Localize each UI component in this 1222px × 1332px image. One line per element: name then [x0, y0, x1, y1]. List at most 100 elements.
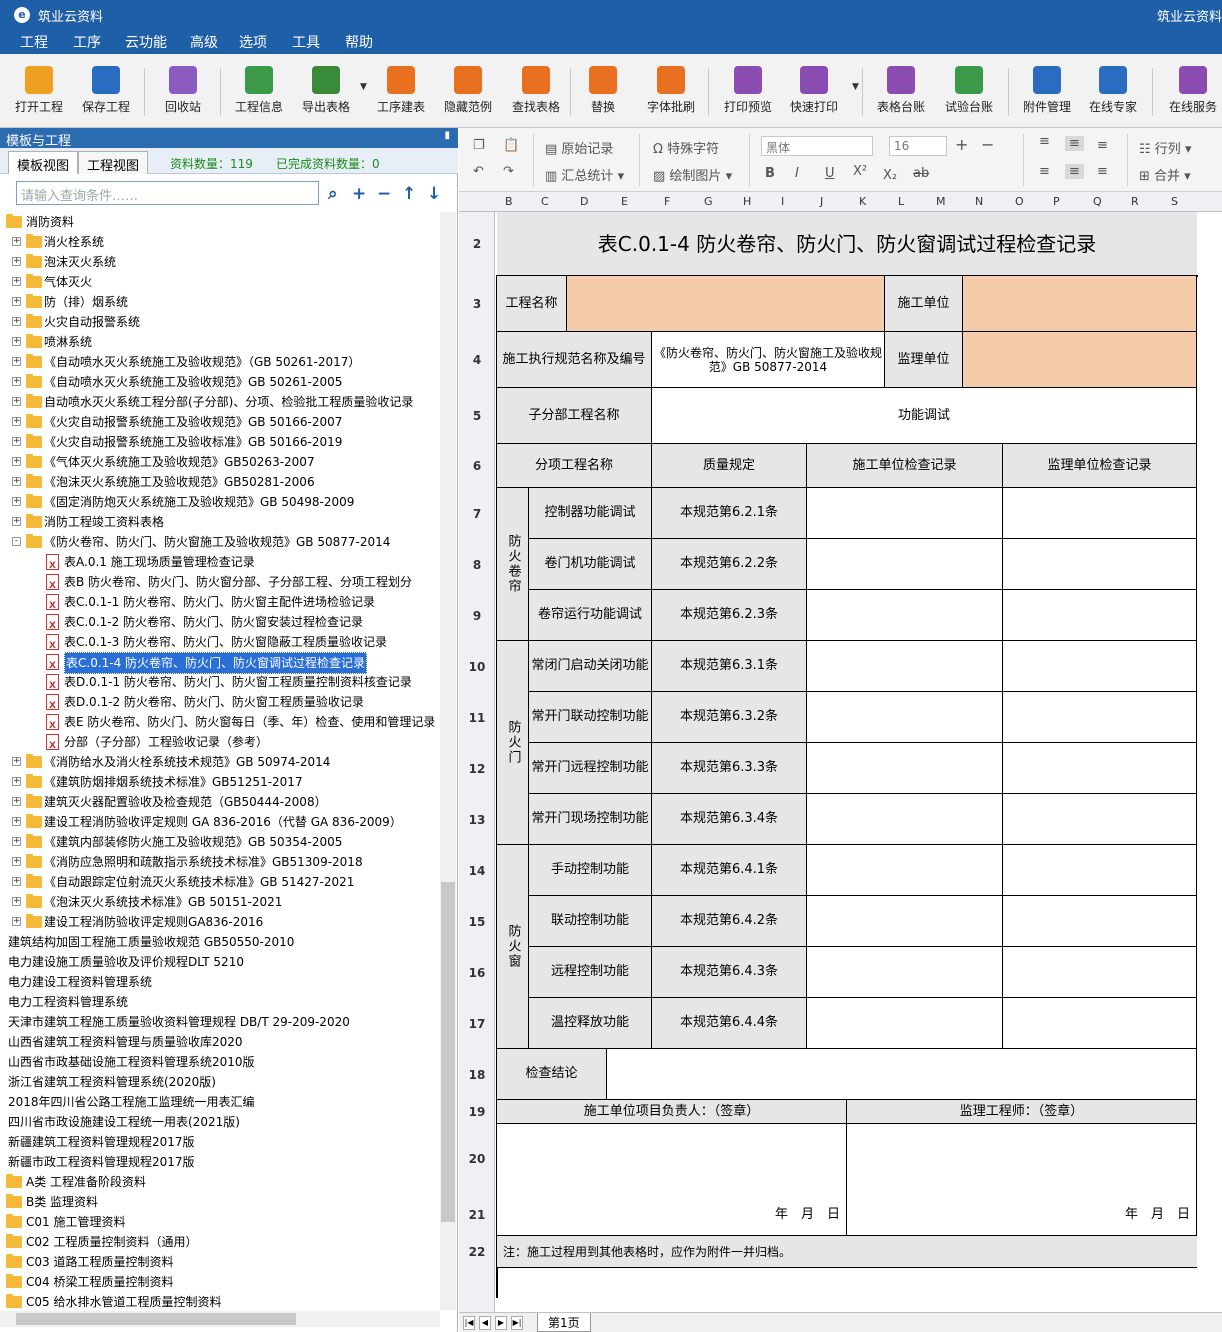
increase-font-icon[interactable]: + [955, 135, 968, 154]
supervision-record-cell[interactable] [1003, 488, 1197, 539]
strikethrough-button[interactable]: ab [913, 166, 929, 181]
move-up-icon[interactable]: ↑ [402, 184, 416, 204]
ribbon-button-11[interactable]: 快速打印 [783, 62, 845, 122]
subscript-button[interactable]: X₂ [883, 168, 897, 183]
decrease-font-icon[interactable]: − [981, 135, 994, 154]
expand-toggle-icon[interactable]: + [12, 857, 21, 866]
menu-item[interactable]: 工具 [292, 32, 320, 52]
supervision-record-cell[interactable] [1003, 896, 1197, 947]
expand-toggle-icon[interactable]: + [12, 817, 21, 826]
ribbon-button-1[interactable]: 保存工程 [75, 62, 137, 122]
expand-toggle-icon[interactable]: + [12, 357, 21, 366]
search-icon[interactable]: ⌕ [328, 184, 338, 204]
merge-button[interactable]: ⊞ 合并 ▾ [1139, 165, 1191, 184]
summary-stats-button[interactable]: ▥ 汇总统计 ▾ [545, 165, 624, 184]
special-char-button[interactable]: Ω 特殊字符 [653, 138, 719, 157]
ribbon-button-2[interactable]: 回收站 [152, 62, 214, 122]
align-top-right-icon[interactable]: ≡ [1097, 138, 1108, 153]
ribbon-button-3[interactable]: 工程信息 [228, 62, 290, 122]
scroll-thumb[interactable] [441, 882, 455, 1222]
conclusion-input[interactable] [607, 1049, 1197, 1100]
menu-item[interactable]: 帮助 [345, 32, 373, 52]
row-col-button[interactable]: ☷ 行列 ▾ [1139, 138, 1191, 157]
expand-toggle-icon[interactable]: + [12, 777, 21, 786]
tab-template-view[interactable]: 模板视图 [8, 151, 79, 174]
dropdown-arrow-icon[interactable]: ▼ [852, 82, 859, 92]
construction-record-cell[interactable] [807, 998, 1003, 1049]
supervision-record-cell[interactable] [1003, 590, 1197, 641]
construction-record-cell[interactable] [807, 845, 1003, 896]
ribbon-button-10[interactable]: 打印预览 [717, 62, 779, 122]
remove-icon[interactable]: − [377, 184, 391, 204]
construction-record-cell[interactable] [807, 692, 1003, 743]
project-name-input[interactable] [567, 276, 885, 332]
first-sheet-icon[interactable]: |◀ [463, 1316, 475, 1330]
expand-toggle-icon[interactable]: + [12, 477, 21, 486]
prev-sheet-icon[interactable]: ◀ [479, 1316, 491, 1330]
expand-toggle-icon[interactable]: + [12, 457, 21, 466]
expand-toggle-icon[interactable]: + [12, 517, 21, 526]
construction-record-cell[interactable] [807, 641, 1003, 692]
construction-record-cell[interactable] [807, 794, 1003, 845]
tab-project-view[interactable]: 工程视图 [78, 151, 149, 174]
scroll-thumb[interactable] [16, 1313, 296, 1325]
expand-toggle-icon[interactable]: + [12, 897, 21, 906]
expand-toggle-icon[interactable]: + [12, 757, 21, 766]
ribbon-button-6[interactable]: 隐藏范例 [437, 62, 499, 122]
ribbon-button-14[interactable]: 附件管理 [1016, 62, 1078, 122]
ribbon-button-13[interactable]: 试验台账 [938, 62, 1000, 122]
supervision-signature-area[interactable] [847, 1124, 1197, 1194]
menu-item[interactable]: 云功能 [125, 32, 167, 52]
construction-record-cell[interactable] [807, 539, 1003, 590]
align-top-left-icon[interactable]: ≡ [1039, 134, 1050, 149]
search-input[interactable]: 请输入查询条件…… [16, 181, 319, 205]
next-sheet-icon[interactable]: ▶ [495, 1316, 507, 1330]
menu-item[interactable]: 选项 [239, 32, 267, 52]
bold-button[interactable]: B [765, 166, 775, 181]
draw-picture-button[interactable]: ▨ 绘制图片 ▾ [653, 165, 732, 184]
construction-record-cell[interactable] [807, 488, 1003, 539]
align-right-icon[interactable]: ≡ [1097, 164, 1108, 179]
align-top-center-icon[interactable]: ≡ [1065, 136, 1084, 151]
construction-record-cell[interactable] [807, 590, 1003, 641]
expand-toggle-icon[interactable]: + [12, 337, 21, 346]
supervision-record-cell[interactable] [1003, 794, 1197, 845]
ribbon-button-12[interactable]: 表格台账 [870, 62, 932, 122]
sheet-tab-page1[interactable]: 第1页 [537, 1313, 591, 1332]
supervision-record-cell[interactable] [1003, 743, 1197, 794]
expand-toggle-icon[interactable]: + [12, 377, 21, 386]
ribbon-button-15[interactable]: 在线专家 [1082, 62, 1144, 122]
expand-toggle-icon[interactable]: + [12, 497, 21, 506]
expand-toggle-icon[interactable]: + [12, 837, 21, 846]
menu-item[interactable]: 工序 [73, 32, 101, 52]
ribbon-button-16[interactable]: 在线服务 [1162, 62, 1222, 122]
menu-item[interactable]: 工程 [20, 32, 48, 52]
move-down-icon[interactable]: ↓ [427, 184, 441, 204]
font-select[interactable]: 黑体 [761, 136, 873, 156]
ribbon-button-0[interactable]: 打开工程 [8, 62, 70, 122]
ribbon-button-8[interactable]: 替换 [572, 62, 634, 122]
tree-vertical-scrollbar[interactable] [440, 212, 456, 1310]
ribbon-button-4[interactable]: 导出表格 [295, 62, 357, 122]
align-left-icon[interactable]: ≡ [1039, 164, 1050, 179]
ribbon-button-7[interactable]: 查找表格 [505, 62, 567, 122]
expand-toggle-icon[interactable]: + [12, 277, 21, 286]
ribbon-button-9[interactable]: 字体批刷 [640, 62, 702, 122]
expand-toggle-icon[interactable]: + [12, 417, 21, 426]
pin-icon[interactable]: ▮ [444, 130, 450, 141]
ribbon-button-5[interactable]: 工序建表 [370, 62, 432, 122]
tree-horizontal-scrollbar[interactable] [0, 1311, 440, 1327]
expand-toggle-icon[interactable]: + [12, 437, 21, 446]
expand-toggle-icon[interactable]: + [12, 797, 21, 806]
italic-button[interactable]: I [795, 166, 799, 181]
expand-toggle-icon[interactable]: + [12, 237, 21, 246]
superscript-button[interactable]: X² [853, 164, 867, 179]
undo-icon[interactable]: ↶ [473, 164, 484, 179]
font-size-select[interactable]: 16 [889, 136, 947, 156]
expand-toggle-icon[interactable]: + [12, 397, 21, 406]
supervision-record-cell[interactable] [1003, 947, 1197, 998]
align-center-icon[interactable]: ≡ [1065, 164, 1084, 179]
expand-toggle-icon[interactable]: + [12, 317, 21, 326]
copy-icon[interactable]: ❐ [473, 138, 485, 153]
supervision-record-cell[interactable] [1003, 539, 1197, 590]
